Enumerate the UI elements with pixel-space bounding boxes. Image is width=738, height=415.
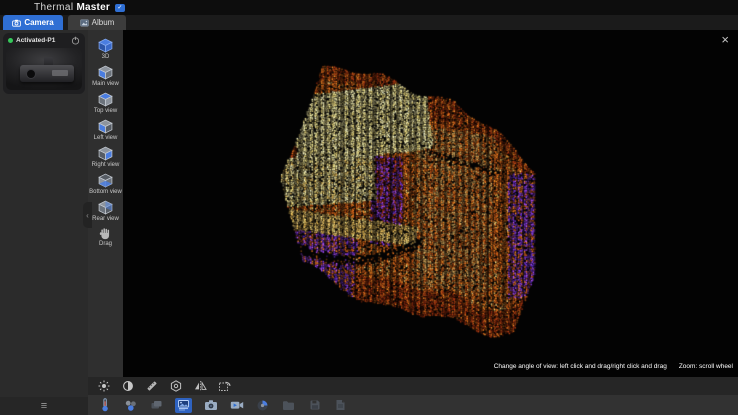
thermal-camera-body — [20, 65, 74, 82]
view-tool-label: Right view — [92, 162, 120, 168]
close-icon[interactable]: × — [721, 33, 729, 46]
tab-album-label: Album — [92, 18, 115, 27]
tab-bar: -20.00-150.00℃ ▾ Camera Album — [0, 15, 738, 30]
video-record-icon[interactable] — [229, 397, 244, 413]
tab-album[interactable]: Album — [68, 15, 126, 30]
sidebar-spacer — [0, 97, 88, 397]
chevron-down-icon[interactable]: ▾ — [444, 19, 448, 27]
cube-3d-icon — [98, 38, 113, 53]
folder-icon[interactable] — [281, 397, 296, 413]
device-status-dot — [8, 38, 13, 43]
brand-name-bold: Master — [76, 2, 109, 13]
contrast-icon[interactable] — [121, 379, 135, 393]
camera-icon — [12, 19, 21, 27]
measure-ruler-icon[interactable] — [145, 379, 159, 393]
verified-check-icon: ✓ — [115, 4, 125, 12]
main-area: ‹ 3D Main view — [88, 30, 738, 415]
point-cloud-view-icon[interactable] — [175, 398, 192, 413]
point-cloud-viewport[interactable]: × Change angle of view: left click and d… — [123, 30, 738, 377]
cube-right-icon — [98, 146, 113, 161]
temperature-range-bar: -20.00-150.00℃ ▾ — [88, 15, 738, 30]
palette-disc-icon[interactable] — [255, 397, 270, 413]
cube-top-icon — [98, 92, 113, 107]
cube-main-icon — [98, 65, 113, 80]
view-tool-bottom[interactable]: Bottom view — [89, 170, 123, 197]
device-sidebar: Activated-P1 ≡ — [0, 30, 88, 415]
save-icon[interactable] — [307, 397, 322, 413]
view-tool-top[interactable]: Top view — [89, 89, 123, 116]
hand-drag-icon — [99, 227, 112, 240]
temperature-range-value[interactable]: -20.00-150.00℃ — [378, 17, 440, 28]
device-thumbnail[interactable] — [6, 48, 82, 90]
device-card[interactable]: Activated-P1 — [3, 33, 85, 94]
tab-camera-label: Camera — [24, 18, 53, 27]
sidebar-footer: ≡ — [0, 397, 88, 415]
power-icon[interactable] — [71, 36, 80, 45]
viewport-hint: Change angle of view: left click and dra… — [494, 363, 733, 370]
album-icon — [80, 19, 89, 27]
device-label-print — [52, 70, 68, 76]
device-name: Activated-P1 — [16, 37, 68, 44]
menu-icon[interactable]: ≡ — [41, 401, 47, 411]
hexagon-settings-icon[interactable] — [169, 379, 183, 393]
view-tool-label: Bottom view — [89, 189, 122, 195]
brand-name-light: Thermal — [34, 2, 73, 13]
view-tool-drag[interactable]: Drag — [89, 224, 123, 249]
rotate-view-icon[interactable] — [217, 379, 231, 393]
view-tool-right[interactable]: Right view — [89, 143, 123, 170]
thermal-master-app: Thermal Master ✓ -20.00-150.00℃ ▾ Camera… — [0, 0, 738, 415]
cube-left-icon — [98, 119, 113, 134]
view-tool-label: 3D — [102, 54, 110, 60]
thermometer-icon[interactable] — [97, 397, 112, 413]
image-adjust-toolbar — [88, 377, 738, 395]
cube-rear-icon — [98, 200, 113, 215]
view-tool-left[interactable]: Left view — [89, 116, 123, 143]
view-tool-label: Drag — [99, 241, 112, 247]
view-tool-label: Main view — [92, 81, 119, 87]
temperature-range-dropdown[interactable] — [300, 0, 498, 15]
hint-zoom-text: Zoom: scroll wheel — [679, 363, 733, 370]
view-tool-3d[interactable]: 3D — [89, 35, 123, 62]
cube-bottom-icon — [98, 173, 113, 188]
chevron-left-icon: ‹ — [86, 211, 89, 220]
view-tool-label: Left view — [94, 135, 118, 141]
thermal-point-cloud[interactable] — [123, 30, 738, 377]
sidebar-collapse-handle[interactable]: ‹ — [83, 202, 92, 228]
view-tool-label: Rear view — [92, 216, 119, 222]
view-tool-label: Top view — [94, 108, 117, 114]
flip-horizontal-icon[interactable] — [193, 379, 207, 393]
view-tool-column: ‹ 3D Main view — [88, 30, 123, 377]
brightness-icon[interactable] — [97, 379, 111, 393]
layers-icon[interactable] — [149, 397, 164, 413]
view-tool-rear[interactable]: Rear view — [89, 197, 123, 224]
hint-rotate-text: Change angle of view: left click and dra… — [494, 363, 667, 370]
analysis-shapes-icon[interactable] — [123, 397, 138, 413]
camera-lens — [26, 69, 36, 79]
view-tool-main[interactable]: Main view — [89, 62, 123, 89]
tab-camera[interactable]: Camera — [3, 15, 63, 30]
report-icon[interactable] — [333, 397, 348, 413]
photo-capture-icon[interactable] — [203, 397, 218, 413]
capture-taskbar — [88, 395, 738, 415]
